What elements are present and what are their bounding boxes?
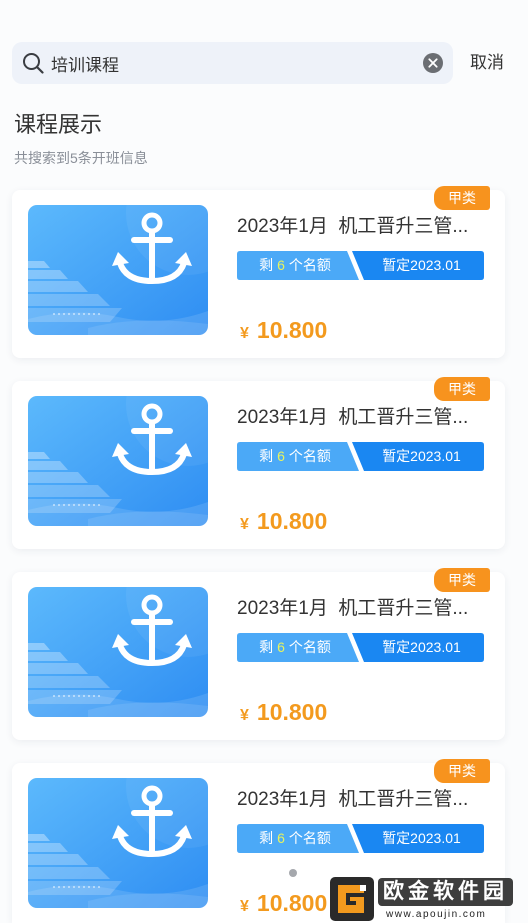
price-currency: ¥ — [240, 707, 249, 724]
course-info-badge: 剩 6 个名额 暂定2023.01 — [237, 442, 484, 471]
seats-suffix: 个名额 — [288, 830, 331, 846]
course-list: 甲类 2023年1月 机工晋升三管... 剩 6 个名额 暂定2023.01 ¥… — [12, 186, 505, 923]
course-title: 2023年1月 机工晋升三管... — [237, 216, 469, 237]
course-title: 2023年1月 机工晋升三管... — [237, 407, 469, 428]
price-amount: 10.800 — [256, 317, 328, 343]
price-amount: 10.800 — [256, 508, 328, 534]
seats-count: 6 — [277, 257, 285, 273]
course-info-badge: 剩 6 个名额 暂定2023.01 — [237, 633, 484, 662]
course-price: ¥ 10.800 — [240, 697, 327, 727]
course-price: ¥ 10.800 — [240, 315, 327, 345]
cancel-button[interactable]: 取消 — [470, 50, 504, 76]
seats-count: 6 — [277, 830, 285, 846]
course-thumbnail — [28, 587, 208, 717]
price-amount: 10.800 — [256, 699, 328, 725]
course-price: ¥ 10.800 — [240, 888, 327, 918]
price-currency: ¥ — [240, 516, 249, 533]
course-category-tag: 甲类 — [434, 377, 490, 401]
schedule-label: 暂定2023.01 — [382, 639, 461, 655]
course-title: 2023年1月 机工晋升三管... — [237, 598, 469, 619]
course-card[interactable]: 甲类 2023年1月 机工晋升三管... 剩 6 个名额 暂定2023.01 ¥… — [12, 186, 505, 358]
seats-remaining: 剩 6 个名额 — [237, 633, 353, 662]
price-currency: ¥ — [240, 325, 249, 342]
price-currency: ¥ — [240, 898, 249, 915]
search-input[interactable] — [51, 42, 411, 84]
search-bar[interactable] — [12, 42, 453, 84]
course-card[interactable]: 甲类 2023年1月 机工晋升三管... 剩 6 个名额 暂定2023.01 ¥… — [12, 568, 505, 740]
watermark-url: www.apoujin.com — [386, 909, 487, 920]
course-thumbnail — [28, 778, 208, 908]
course-info-badge: 剩 6 个名额 暂定2023.01 — [237, 251, 484, 280]
seats-suffix: 个名额 — [288, 639, 331, 655]
schedule-label: 暂定2023.01 — [382, 448, 461, 464]
seats-count: 6 — [277, 639, 285, 655]
search-icon — [23, 53, 44, 74]
course-thumbnail — [28, 205, 208, 335]
schedule-label: 暂定2023.01 — [382, 257, 461, 273]
seats-prefix: 剩 — [259, 639, 274, 655]
seats-prefix: 剩 — [259, 830, 274, 846]
course-title: 2023年1月 机工晋升三管... — [237, 789, 469, 810]
course-price: ¥ 10.800 — [240, 506, 327, 536]
section-title: 课程展示 — [14, 112, 103, 137]
seats-suffix: 个名额 — [288, 448, 331, 464]
seats-remaining: 剩 6 个名额 — [237, 442, 353, 471]
seats-remaining: 剩 6 个名额 — [237, 824, 353, 853]
seats-prefix: 剩 — [259, 257, 274, 273]
schedule-label: 暂定2023.01 — [382, 830, 461, 846]
course-thumbnail — [28, 396, 208, 526]
watermark: 欧金软件园 www.apoujin.com — [330, 875, 528, 923]
course-category-tag: 甲类 — [434, 186, 490, 210]
clear-icon[interactable] — [423, 53, 443, 73]
course-info-badge: 剩 6 个名额 暂定2023.01 — [237, 824, 484, 853]
course-category-tag: 甲类 — [434, 759, 490, 783]
watermark-name: 欧金软件园 — [378, 878, 513, 906]
price-amount: 10.800 — [256, 890, 328, 916]
seats-suffix: 个名额 — [288, 257, 331, 273]
course-card[interactable]: 甲类 2023年1月 机工晋升三管... 剩 6 个名额 暂定2023.01 ¥… — [12, 377, 505, 549]
result-summary: 共搜索到5条开班信息 — [14, 150, 148, 166]
seats-remaining: 剩 6 个名额 — [237, 251, 353, 280]
seats-count: 6 — [277, 448, 285, 464]
seats-prefix: 剩 — [259, 448, 274, 464]
course-category-tag: 甲类 — [434, 568, 490, 592]
logo-icon — [330, 877, 374, 921]
scroll-indicator-dot — [289, 869, 297, 877]
